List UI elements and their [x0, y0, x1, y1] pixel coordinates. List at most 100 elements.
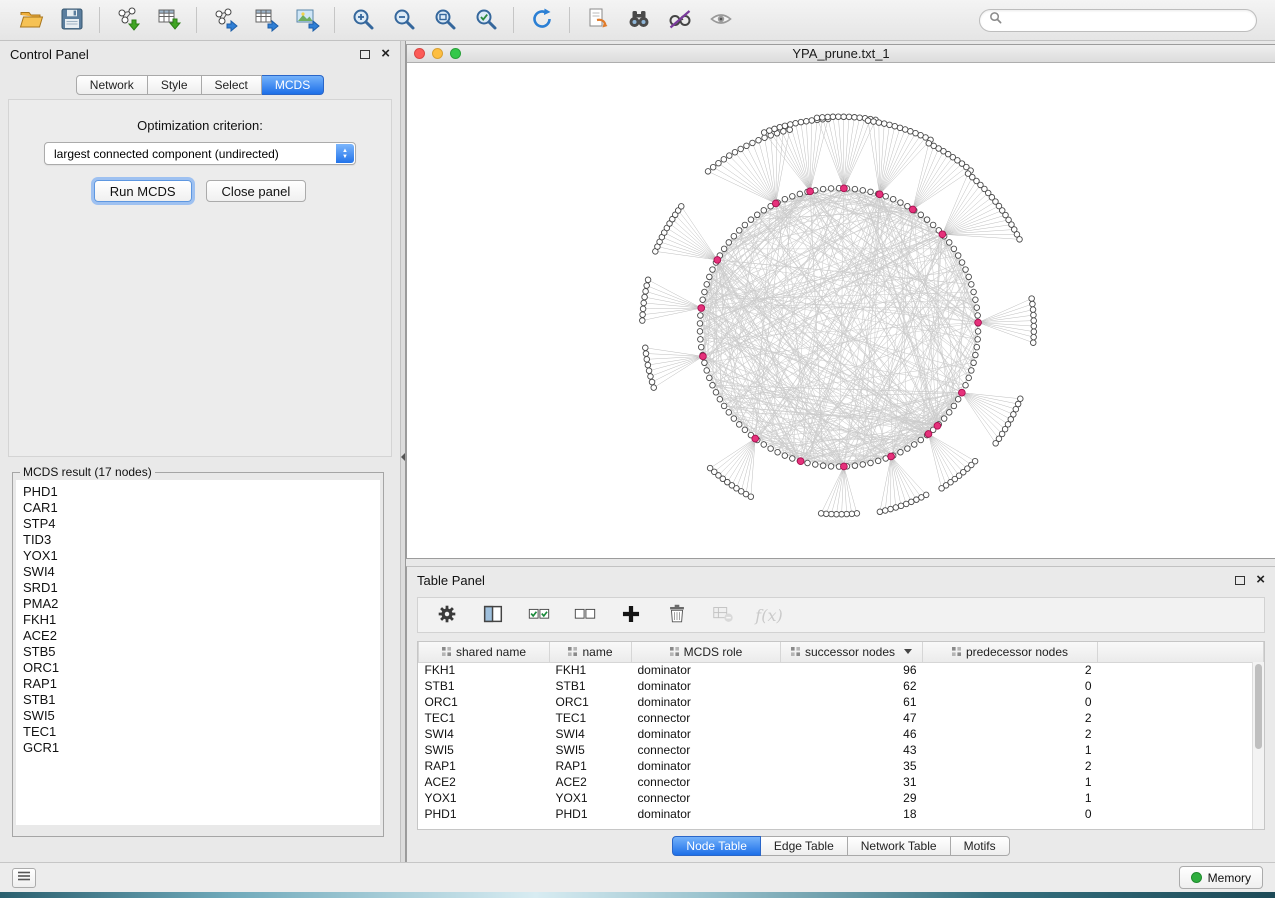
- table-row[interactable]: ACE2ACE2connector311: [419, 774, 1264, 790]
- zoom-selected-button[interactable]: [465, 3, 506, 37]
- table-cell[interactable]: 1: [923, 790, 1098, 806]
- table-row[interactable]: RAP1RAP1dominator352: [419, 758, 1264, 774]
- table-cell[interactable]: dominator: [632, 726, 781, 742]
- mcds-result-item[interactable]: ACE2: [23, 628, 373, 644]
- window-minimize-traffic-icon[interactable]: [432, 48, 443, 59]
- mcds-result-item[interactable]: STB5: [23, 644, 373, 660]
- network-graph[interactable]: [407, 64, 1275, 558]
- table-cell[interactable]: TEC1: [550, 710, 632, 726]
- deselect-all-button[interactable]: [572, 602, 598, 628]
- table-cell[interactable]: ORC1: [419, 694, 550, 710]
- run-mcds-button[interactable]: Run MCDS: [94, 180, 192, 202]
- search-input[interactable]: [1008, 13, 1247, 27]
- table-cell[interactable]: 2: [923, 710, 1098, 726]
- export-image-button[interactable]: [286, 3, 327, 37]
- tab-network-table[interactable]: Network Table: [848, 836, 951, 856]
- show-column-panel-button[interactable]: [480, 602, 506, 628]
- table-cell[interactable]: dominator: [632, 806, 781, 822]
- table-cell[interactable]: 96: [781, 662, 923, 678]
- tab-network[interactable]: Network: [76, 75, 148, 95]
- table-cell[interactable]: PHD1: [419, 806, 550, 822]
- mcds-result-item[interactable]: TEC1: [23, 724, 373, 740]
- import-network-button[interactable]: [107, 3, 148, 37]
- table-cell[interactable]: FKH1: [550, 662, 632, 678]
- table-cell[interactable]: 2: [923, 726, 1098, 742]
- mcds-result-item[interactable]: GCR1: [23, 740, 373, 756]
- network-canvas[interactable]: [407, 64, 1275, 558]
- table-scrollbar[interactable]: [1252, 662, 1264, 829]
- mcds-result-list[interactable]: PHD1CAR1STP4TID3YOX1SWI4SRD1PMA2FKH1ACE2…: [16, 480, 380, 825]
- task-history-button[interactable]: [12, 868, 36, 888]
- table-cell[interactable]: SWI5: [419, 742, 550, 758]
- column-header-successor-nodes[interactable]: successor nodes: [781, 642, 923, 662]
- select-all-button[interactable]: [526, 602, 552, 628]
- float-panel-icon[interactable]: [360, 50, 370, 59]
- table-cell[interactable]: 0: [923, 806, 1098, 822]
- table-row[interactable]: STB1STB1dominator620: [419, 678, 1264, 694]
- zoom-out-button[interactable]: [383, 3, 424, 37]
- open-file-button[interactable]: [10, 3, 51, 37]
- table-cell[interactable]: STB1: [550, 678, 632, 694]
- refresh-view-button[interactable]: [521, 3, 562, 37]
- table-cell[interactable]: SWI4: [550, 726, 632, 742]
- tab-mcds[interactable]: MCDS: [262, 75, 324, 95]
- table-cell[interactable]: 61: [781, 694, 923, 710]
- search-network-button[interactable]: [618, 3, 659, 37]
- table-cell[interactable]: 0: [923, 694, 1098, 710]
- mcds-result-item[interactable]: STP4: [23, 516, 373, 532]
- import-table-button[interactable]: [148, 3, 189, 37]
- share-document-button[interactable]: [577, 3, 618, 37]
- mcds-result-item[interactable]: TID3: [23, 532, 373, 548]
- table-cell[interactable]: 31: [781, 774, 923, 790]
- table-cell[interactable]: 29: [781, 790, 923, 806]
- column-header-mcds-role[interactable]: MCDS role: [632, 642, 781, 662]
- tab-select[interactable]: Select: [202, 75, 262, 95]
- tab-motifs[interactable]: Motifs: [951, 836, 1010, 856]
- mcds-result-item[interactable]: ORC1: [23, 660, 373, 676]
- table-row[interactable]: SWI4SWI4dominator462: [419, 726, 1264, 742]
- float-table-panel-icon[interactable]: [1235, 576, 1245, 585]
- table-cell[interactable]: 35: [781, 758, 923, 774]
- scrollbar-thumb[interactable]: [1255, 664, 1262, 749]
- export-table-button[interactable]: [245, 3, 286, 37]
- show-graphics-details-button[interactable]: [700, 3, 741, 37]
- table-cell[interactable]: PHD1: [550, 806, 632, 822]
- table-cell[interactable]: STB1: [419, 678, 550, 694]
- mcds-result-item[interactable]: STB1: [23, 692, 373, 708]
- zoom-fit-button[interactable]: [424, 3, 465, 37]
- column-header-shared-name[interactable]: shared name: [419, 642, 550, 662]
- table-cell[interactable]: RAP1: [550, 758, 632, 774]
- window-zoom-traffic-icon[interactable]: [450, 48, 461, 59]
- hide-graphics-details-button[interactable]: [659, 3, 700, 37]
- save-session-button[interactable]: [51, 3, 92, 37]
- table-row[interactable]: ORC1ORC1dominator610: [419, 694, 1264, 710]
- table-cell[interactable]: SWI4: [419, 726, 550, 742]
- table-cell[interactable]: dominator: [632, 678, 781, 694]
- table-cell[interactable]: connector: [632, 710, 781, 726]
- table-cell[interactable]: 62: [781, 678, 923, 694]
- table-cell[interactable]: 1: [923, 742, 1098, 758]
- mcds-result-item[interactable]: SRD1: [23, 580, 373, 596]
- table-cell[interactable]: 0: [923, 678, 1098, 694]
- mcds-result-item[interactable]: SWI4: [23, 564, 373, 580]
- table-cell[interactable]: FKH1: [419, 662, 550, 678]
- table-cell[interactable]: ACE2: [550, 774, 632, 790]
- close-panel-icon[interactable]: ×: [381, 49, 390, 59]
- table-cell[interactable]: ORC1: [550, 694, 632, 710]
- table-row[interactable]: YOX1YOX1connector291: [419, 790, 1264, 806]
- table-cell[interactable]: ACE2: [419, 774, 550, 790]
- table-cell[interactable]: 2: [923, 662, 1098, 678]
- table-cell[interactable]: dominator: [632, 758, 781, 774]
- delete-column-button[interactable]: [664, 602, 690, 628]
- table-cell[interactable]: YOX1: [550, 790, 632, 806]
- mcds-result-item[interactable]: RAP1: [23, 676, 373, 692]
- table-cell[interactable]: dominator: [632, 694, 781, 710]
- table-cell[interactable]: YOX1: [419, 790, 550, 806]
- table-row[interactable]: FKH1FKH1dominator962: [419, 662, 1264, 678]
- close-panel-button[interactable]: Close panel: [206, 180, 307, 202]
- table-row[interactable]: PHD1PHD1dominator180: [419, 806, 1264, 822]
- column-header-predecessor-nodes[interactable]: predecessor nodes: [923, 642, 1098, 662]
- delete-table-button[interactable]: [710, 602, 736, 628]
- mcds-result-item[interactable]: PMA2: [23, 596, 373, 612]
- function-builder-button[interactable]: f(x): [756, 602, 782, 628]
